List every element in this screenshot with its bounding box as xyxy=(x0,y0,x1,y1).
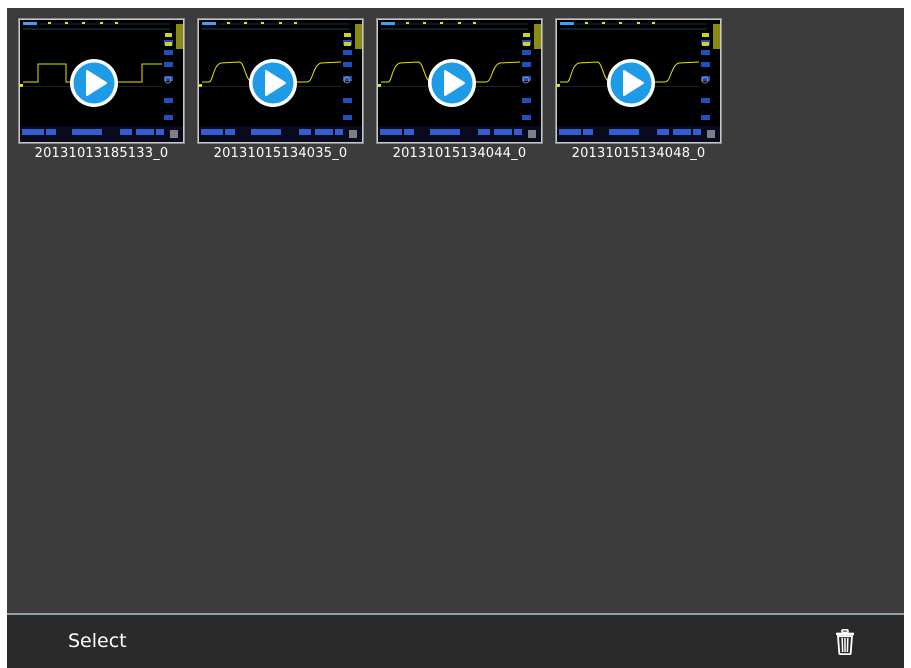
thumbnail-filename: 20131015134035_0 xyxy=(213,146,348,161)
video-thumbnail[interactable]: 20131015134035_0 xyxy=(197,18,364,166)
thumbnail-filename: 20131015134044_0 xyxy=(392,146,527,161)
video-thumbnail[interactable]: 20131015134044_0 xyxy=(376,18,543,166)
video-gallery-app: 20131013185133_0 20131015134035_0 201310… xyxy=(0,0,911,668)
video-thumbnail[interactable]: 20131013185133_0 xyxy=(18,18,185,166)
thumbnail-grid: 20131013185133_0 20131015134035_0 201310… xyxy=(7,8,904,613)
play-icon xyxy=(249,59,297,107)
thumbnail-filename: 20131015134048_0 xyxy=(571,146,706,161)
bottom-toolbar: Select xyxy=(7,615,904,668)
play-icon xyxy=(428,59,476,107)
video-thumbnail[interactable]: 20131015134048_0 xyxy=(555,18,722,166)
thumbnail-filename: 20131013185133_0 xyxy=(34,146,169,161)
trash-icon[interactable] xyxy=(835,629,855,655)
play-icon xyxy=(607,59,655,107)
select-button[interactable]: Select xyxy=(68,630,127,652)
play-icon xyxy=(70,59,118,107)
